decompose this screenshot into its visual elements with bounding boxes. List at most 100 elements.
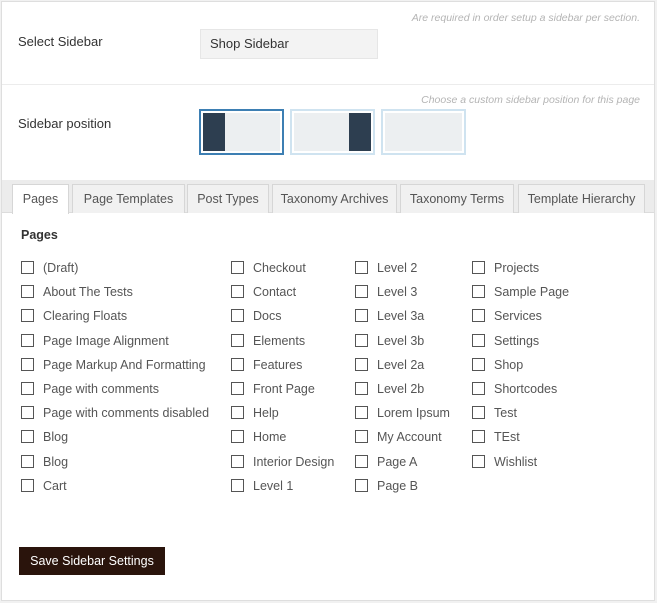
page-label: Clearing Floats: [43, 309, 128, 324]
checkbox[interactable]: [355, 454, 368, 468]
checkbox[interactable]: [231, 381, 244, 395]
checkbox[interactable]: [231, 357, 244, 371]
checkbox[interactable]: [472, 261, 485, 274]
page-label: Level 3a: [377, 309, 425, 324]
tab-page-templates[interactable]: Page Templates: [72, 184, 185, 213]
checkbox[interactable]: [21, 454, 34, 468]
checkbox[interactable]: [21, 333, 34, 347]
page-label: Page A: [377, 454, 418, 469]
pages-section-title: Pages: [21, 228, 58, 242]
checkbox[interactable]: [21, 309, 34, 323]
page-label: Page with comments: [43, 381, 160, 396]
select-sidebar-row: Are required in order setup a sidebar pe…: [2, 2, 654, 85]
page-label: My Account: [377, 430, 442, 445]
checkbox[interactable]: [355, 357, 368, 371]
sidebar-position-row: Choose a custom sidebar position for thi…: [2, 84, 654, 180]
checkbox[interactable]: [231, 261, 244, 274]
position-left-option[interactable]: [199, 109, 284, 155]
checkbox[interactable]: [472, 454, 485, 468]
page-label: Shop: [494, 357, 524, 372]
page-label: Page Markup And Formatting: [43, 357, 206, 372]
checkbox[interactable]: [231, 285, 244, 299]
sidebar-select[interactable]: Shop Sidebar: [200, 29, 378, 59]
page-label: Page with comments disabled: [43, 406, 210, 421]
tab-pages[interactable]: Pages: [12, 184, 69, 214]
sidebar-position-hint: Choose a custom sidebar position for thi…: [421, 94, 640, 106]
checkbox[interactable]: [472, 309, 485, 323]
checkbox[interactable]: [21, 478, 34, 492]
checkbox[interactable]: [231, 309, 244, 323]
checkbox[interactable]: [21, 406, 34, 420]
checkbox[interactable]: [21, 430, 34, 444]
page-label: Sample Page: [494, 285, 570, 300]
page-label: Page Image Alignment: [43, 333, 169, 348]
checkbox[interactable]: [21, 261, 34, 274]
checkbox[interactable]: [472, 430, 485, 444]
checkbox[interactable]: [355, 309, 368, 323]
page-label: Level 1: [253, 478, 294, 493]
checkbox[interactable]: [231, 454, 244, 468]
page-label: TEst: [494, 430, 520, 445]
page-label: Elements: [253, 333, 306, 348]
sidebar-block: [203, 113, 225, 151]
no-sidebar-layout-icon: [385, 113, 462, 151]
sidebar-settings-panel: Are required in order setup a sidebar pe…: [1, 1, 655, 601]
page-label: Features: [253, 357, 303, 372]
page-label: Wishlist: [494, 454, 538, 469]
checkbox[interactable]: [355, 333, 368, 347]
page-label: Settings: [494, 333, 540, 348]
checkbox[interactable]: [231, 333, 244, 347]
checkbox[interactable]: [21, 357, 34, 371]
page-label: Level 3: [377, 285, 418, 300]
checkbox[interactable]: [355, 430, 368, 444]
checkbox[interactable]: [355, 285, 368, 299]
checkbox[interactable]: [21, 285, 34, 299]
position-right-option[interactable]: [290, 109, 375, 155]
page-label: Checkout: [253, 261, 306, 275]
checkbox[interactable]: [231, 478, 244, 492]
page-label: Front Page: [253, 381, 315, 396]
checkbox[interactable]: [472, 406, 485, 420]
tab-template-hierarchy[interactable]: Template Hierarchy: [518, 184, 645, 213]
checkbox[interactable]: [231, 406, 244, 420]
page-label: Services: [494, 309, 542, 324]
page-label: Level 2: [377, 261, 418, 275]
page-label: (Draft): [43, 261, 79, 275]
checkbox[interactable]: [472, 381, 485, 395]
checkbox[interactable]: [472, 333, 485, 347]
checkbox[interactable]: [472, 285, 485, 299]
page-label: About The Tests: [43, 285, 133, 300]
tab-taxonomy-terms[interactable]: Taxonomy Terms: [400, 184, 514, 213]
checkbox[interactable]: [472, 357, 485, 371]
tab-post-types[interactable]: Post Types: [187, 184, 269, 213]
sidebar-position-label: Sidebar position: [18, 116, 112, 131]
select-sidebar-hint: Are required in order setup a sidebar pe…: [411, 12, 640, 24]
page-label: Docs: [253, 309, 282, 324]
page-label: Contact: [253, 285, 297, 300]
page-label: Cart: [43, 478, 67, 493]
page-label: Level 2b: [377, 381, 425, 396]
page-label: Page B: [377, 478, 419, 493]
sidebar-block: [349, 113, 371, 151]
right-sidebar-layout-icon: [294, 113, 371, 151]
checkbox[interactable]: [355, 478, 368, 492]
checkbox[interactable]: [355, 406, 368, 420]
checkbox[interactable]: [355, 381, 368, 395]
page-label: Level 2a: [377, 357, 425, 372]
position-none-option[interactable]: [381, 109, 466, 155]
page-label: Interior Design: [253, 454, 335, 469]
checkbox[interactable]: [355, 261, 368, 274]
select-sidebar-label: Select Sidebar: [18, 34, 103, 49]
page-label: Shortcodes: [494, 381, 558, 396]
tab-taxonomy-archives[interactable]: Taxonomy Archives: [272, 184, 397, 213]
page-label: Test: [494, 406, 517, 421]
page-label: Level 3b: [377, 333, 425, 348]
left-sidebar-layout-icon: [203, 113, 280, 151]
checkbox[interactable]: [21, 381, 34, 395]
page-label: Blog: [43, 430, 69, 445]
checkbox[interactable]: [231, 430, 244, 444]
page-label: Help: [253, 406, 279, 421]
page-label: Blog: [43, 454, 69, 469]
save-sidebar-settings-button[interactable]: Save Sidebar Settings: [19, 547, 165, 575]
tab-bar: Pages Page Templates Post Types Taxonomy…: [2, 180, 654, 214]
